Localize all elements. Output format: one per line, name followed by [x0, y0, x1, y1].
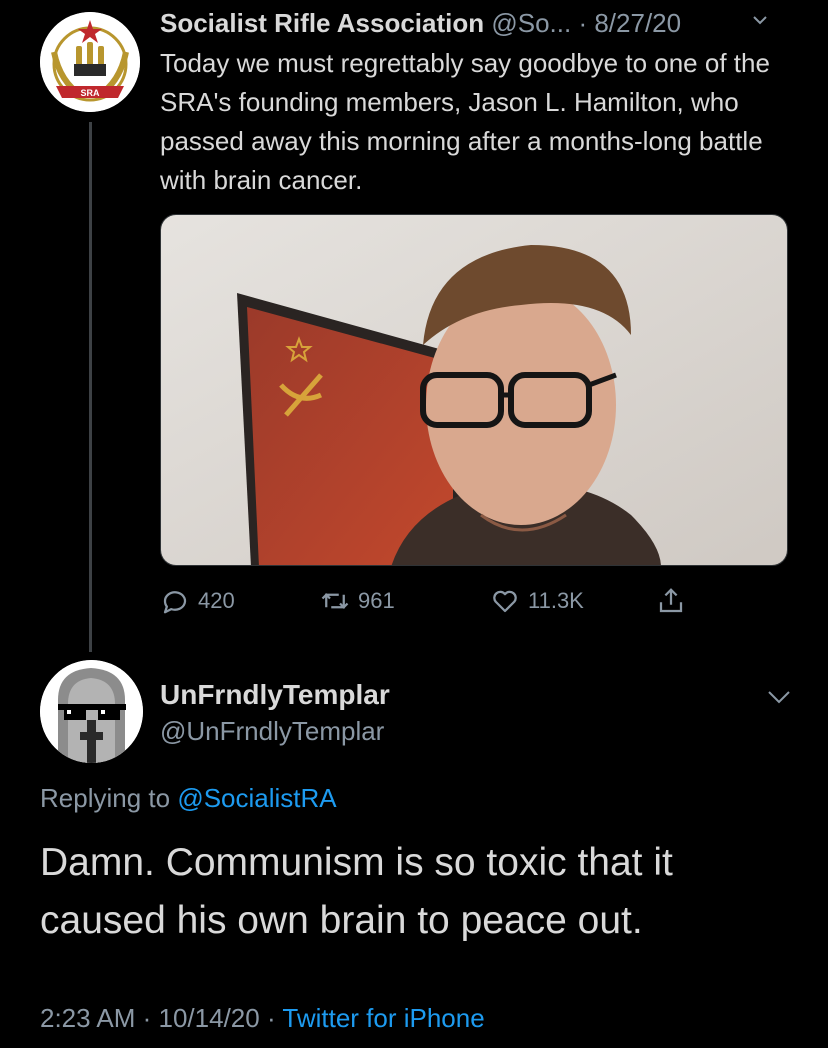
author-avatar[interactable]: SRA — [40, 12, 140, 112]
photo-image — [161, 215, 787, 565]
reply-author-name[interactable]: UnFrndlyTemplar — [160, 677, 390, 713]
sra-logo-icon: SRA — [40, 12, 140, 112]
reply-author-handle[interactable]: @UnFrndlyTemplar — [160, 713, 384, 749]
heart-icon — [493, 590, 517, 613]
speech-bubble-icon — [163, 591, 187, 614]
retweet-icon — [321, 593, 349, 609]
tweet-text: Today we must regrettably say goodbye to… — [160, 48, 770, 195]
reply-text: Damn. Communism is so toxic that it caus… — [40, 841, 673, 942]
footer-separator-2: · — [259, 1003, 283, 1033]
replying-prefix: Replying to — [40, 783, 178, 813]
author-name[interactable]: Socialist Rifle Association — [160, 8, 484, 38]
header-separator: · — [571, 8, 595, 38]
templar-helmet-icon — [40, 660, 143, 763]
tweet-date[interactable]: 8/27/20 — [594, 8, 681, 38]
footer-separator: · — [135, 1003, 159, 1033]
author-handle[interactable]: @So... — [491, 8, 571, 38]
reply-date: 10/14/20 — [158, 1003, 260, 1033]
logo-text: SRA — [80, 88, 100, 98]
retweet-count: 961 — [358, 588, 395, 613]
reply-footer: 2:23 AM · 10/14/20 · Twitter for iPhone — [40, 1000, 485, 1036]
reply-time: 2:23 AM — [40, 1003, 136, 1033]
share-icon — [659, 588, 683, 613]
like-button[interactable]: 11.3K — [490, 583, 584, 619]
source-link[interactable]: Twitter for iPhone — [282, 1003, 484, 1033]
share-button[interactable] — [656, 583, 686, 619]
reply-count: 420 — [198, 588, 235, 613]
tweet-header: Socialist Rifle Association @So... · 8/2… — [160, 5, 681, 41]
reply-author-avatar[interactable] — [40, 660, 143, 763]
tweet-photo[interactable] — [160, 214, 788, 566]
reply-button[interactable]: 420 — [160, 583, 235, 619]
thread-connector — [89, 122, 92, 652]
tweet-actions: 420 961 11.3K — [160, 583, 720, 623]
chevron-down-icon[interactable] — [752, 12, 768, 28]
retweet-button[interactable]: 961 — [320, 583, 395, 619]
replying-to-line: Replying to @SocialistRA — [40, 780, 337, 816]
chevron-down-icon[interactable] — [766, 684, 792, 710]
like-count: 11.3K — [528, 588, 584, 613]
replying-mention-link[interactable]: @SocialistRA — [177, 783, 336, 813]
